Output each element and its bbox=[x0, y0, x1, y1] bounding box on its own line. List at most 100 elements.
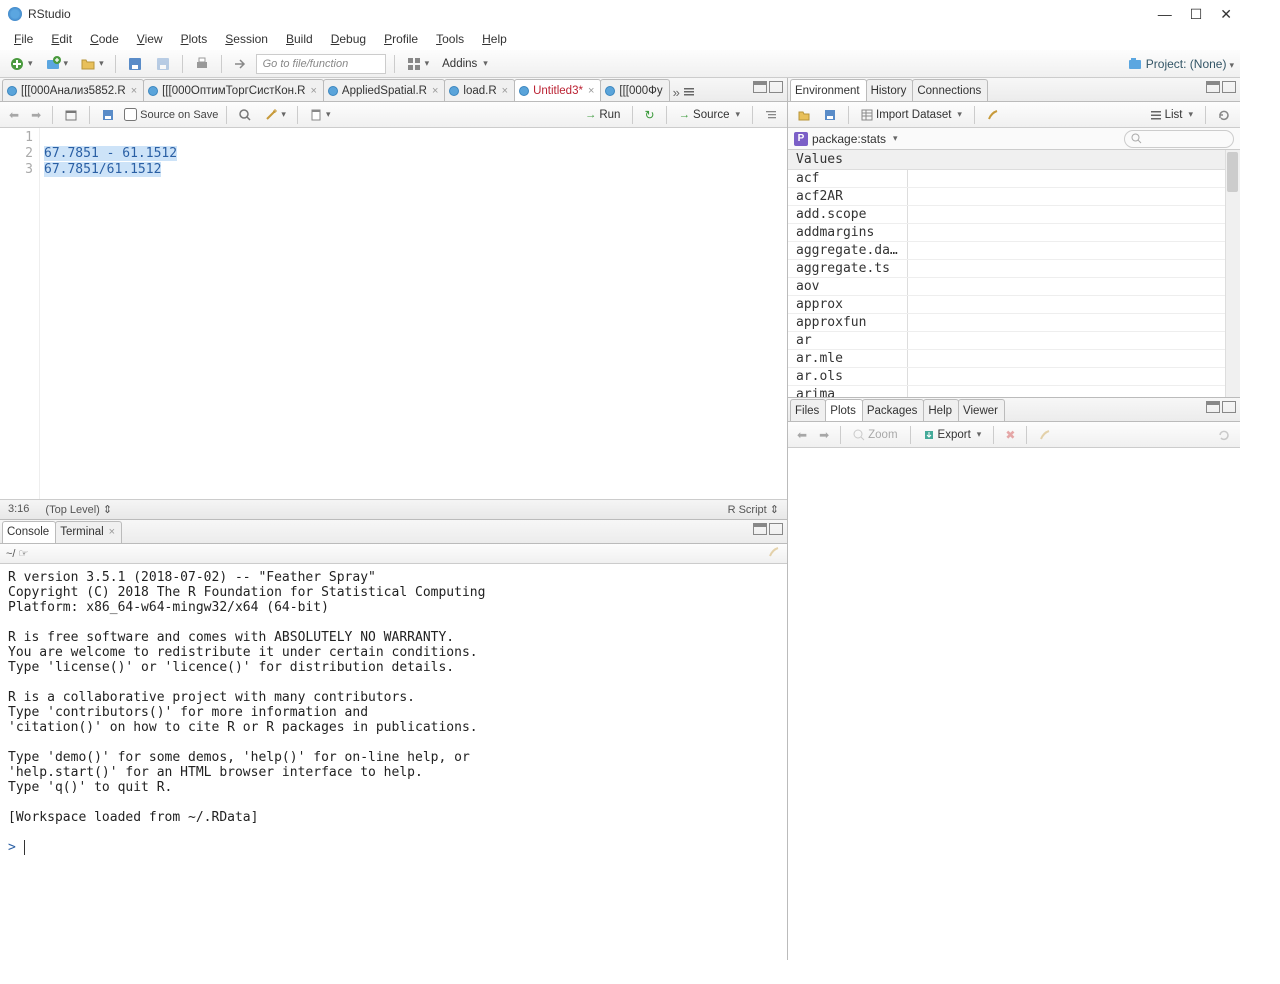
close-button[interactable]: ✕ bbox=[1220, 6, 1232, 23]
minimize-button[interactable]: — bbox=[1158, 6, 1172, 23]
menu-help[interactable]: Help bbox=[474, 30, 515, 48]
tab-environment[interactable]: Environment bbox=[790, 79, 867, 101]
maximize-pane-icon[interactable] bbox=[769, 81, 783, 93]
tab-help[interactable]: Help bbox=[923, 399, 959, 421]
menu-tools[interactable]: Tools bbox=[428, 30, 472, 48]
editor-tab[interactable]: [[[000Фу bbox=[600, 79, 669, 101]
open-file-button[interactable] bbox=[77, 54, 107, 74]
menu-code[interactable]: Code bbox=[82, 30, 127, 48]
save-all-button[interactable] bbox=[152, 54, 174, 74]
maximize-pane-icon[interactable] bbox=[1222, 401, 1236, 413]
wand-button[interactable] bbox=[261, 105, 289, 125]
clear-workspace-button[interactable] bbox=[983, 105, 1003, 125]
editor-tab[interactable]: AppliedSpatial.R× bbox=[323, 79, 445, 101]
clear-console-button[interactable] bbox=[767, 545, 781, 562]
import-dataset-button[interactable]: Import Dataset bbox=[857, 109, 966, 121]
grid-button[interactable] bbox=[403, 54, 433, 74]
editor-tab[interactable]: load.R× bbox=[444, 79, 515, 101]
tab-list-button[interactable] bbox=[682, 84, 696, 101]
source-button[interactable]: →Source bbox=[675, 109, 744, 121]
save-button[interactable] bbox=[124, 54, 146, 74]
menu-build[interactable]: Build bbox=[278, 30, 321, 48]
project-selector[interactable]: Project: (None) bbox=[1146, 57, 1234, 71]
show-in-new-window-button[interactable] bbox=[61, 105, 81, 125]
goto-file-input[interactable]: Go to file/function bbox=[256, 54, 386, 74]
find-button[interactable] bbox=[235, 105, 255, 125]
close-tab-icon[interactable]: × bbox=[310, 85, 316, 97]
menu-view[interactable]: View bbox=[129, 30, 171, 48]
environment-row[interactable]: ar.mle bbox=[788, 350, 1240, 368]
save-workspace-button[interactable] bbox=[820, 105, 840, 125]
rerun-button[interactable]: ↻ bbox=[641, 105, 657, 125]
environment-row[interactable]: add.scope bbox=[788, 206, 1240, 224]
notebook-button[interactable] bbox=[306, 105, 334, 125]
back-button[interactable]: ⬅ bbox=[6, 105, 22, 125]
refresh-button[interactable] bbox=[1214, 105, 1234, 125]
refresh-plot-button[interactable] bbox=[1214, 425, 1234, 445]
close-tab-icon[interactable]: × bbox=[432, 85, 438, 97]
clear-plots-button[interactable] bbox=[1035, 425, 1055, 445]
environment-row[interactable]: ar bbox=[788, 332, 1240, 350]
working-dir[interactable]: ~/ ☞ bbox=[6, 547, 28, 560]
environment-row[interactable]: acf2AR bbox=[788, 188, 1240, 206]
file-type[interactable]: R Script ⇕ bbox=[728, 503, 779, 516]
next-plot-button[interactable]: ➡ bbox=[816, 425, 832, 445]
scope-selector[interactable]: (Top Level) ⇕ bbox=[45, 503, 112, 516]
close-tab-icon[interactable]: × bbox=[109, 526, 115, 538]
editor-tab[interactable]: Untitled3*× bbox=[514, 79, 601, 101]
maximize-pane-icon[interactable] bbox=[769, 523, 783, 535]
menu-plots[interactable]: Plots bbox=[173, 30, 216, 48]
remove-plot-button[interactable]: ✖ bbox=[1002, 425, 1018, 445]
menu-profile[interactable]: Profile bbox=[376, 30, 426, 48]
environment-row[interactable]: addmargins bbox=[788, 224, 1240, 242]
view-mode-button[interactable]: List bbox=[1146, 109, 1197, 121]
menu-file[interactable]: File bbox=[6, 30, 41, 48]
scroll-tabs-right-icon[interactable]: » bbox=[673, 85, 680, 100]
menu-debug[interactable]: Debug bbox=[323, 30, 374, 48]
scope-selector[interactable]: P package:stats bbox=[794, 132, 898, 146]
environment-row[interactable]: ar.ols bbox=[788, 368, 1240, 386]
zoom-button[interactable]: Zoom bbox=[849, 429, 901, 441]
editor-tab[interactable]: [[[000ОптимТоргСистКон.R× bbox=[143, 79, 324, 101]
tab-console[interactable]: Console bbox=[2, 521, 56, 543]
tab-connections[interactable]: Connections bbox=[912, 79, 988, 101]
addins-button[interactable]: Addins bbox=[438, 58, 492, 70]
environment-row[interactable]: aggregate.ts bbox=[788, 260, 1240, 278]
environment-row[interactable]: acf bbox=[788, 170, 1240, 188]
tab-terminal[interactable]: Terminal× bbox=[55, 521, 122, 543]
minimize-pane-icon[interactable] bbox=[753, 81, 767, 93]
editor-tab[interactable]: [[[000Анализ5852.R× bbox=[2, 79, 144, 101]
environment-table[interactable]: Values acfacf2ARadd.scopeaddmarginsaggre… bbox=[788, 150, 1240, 397]
console-output[interactable]: R version 3.5.1 (2018-07-02) -- "Feather… bbox=[0, 564, 787, 961]
code-editor[interactable]: 123 67.7851 - 61.1512 67.7851/61.1512 bbox=[0, 128, 787, 499]
close-tab-icon[interactable]: × bbox=[131, 85, 137, 97]
source-on-save-checkbox[interactable]: Source on Save bbox=[124, 108, 218, 121]
new-project-button[interactable] bbox=[42, 54, 72, 74]
environment-row[interactable]: arima bbox=[788, 386, 1240, 397]
new-file-button[interactable] bbox=[6, 54, 36, 74]
menu-session[interactable]: Session bbox=[217, 30, 276, 48]
export-button[interactable]: Export bbox=[919, 429, 986, 441]
load-workspace-button[interactable] bbox=[794, 105, 814, 125]
close-tab-icon[interactable]: × bbox=[588, 85, 594, 97]
tab-plots[interactable]: Plots bbox=[825, 399, 863, 421]
print-button[interactable] bbox=[191, 54, 213, 74]
tab-viewer[interactable]: Viewer bbox=[958, 399, 1005, 421]
environment-row[interactable]: approx bbox=[788, 296, 1240, 314]
menu-edit[interactable]: Edit bbox=[43, 30, 80, 48]
close-tab-icon[interactable]: × bbox=[502, 85, 508, 97]
minimize-pane-icon[interactable] bbox=[1206, 81, 1220, 93]
environment-row[interactable]: aggregate.dat… bbox=[788, 242, 1240, 260]
save-file-button[interactable] bbox=[98, 105, 118, 125]
scrollbar[interactable] bbox=[1225, 150, 1240, 397]
tab-packages[interactable]: Packages bbox=[862, 399, 925, 421]
tab-history[interactable]: History bbox=[866, 79, 914, 101]
environment-search[interactable] bbox=[1124, 130, 1234, 148]
minimize-pane-icon[interactable] bbox=[1206, 401, 1220, 413]
forward-button[interactable]: ➡ bbox=[28, 105, 44, 125]
outline-button[interactable] bbox=[761, 105, 781, 125]
run-button[interactable]: →Run bbox=[581, 109, 625, 121]
environment-row[interactable]: approxfun bbox=[788, 314, 1240, 332]
prev-plot-button[interactable]: ⬅ bbox=[794, 425, 810, 445]
maximize-pane-icon[interactable] bbox=[1222, 81, 1236, 93]
